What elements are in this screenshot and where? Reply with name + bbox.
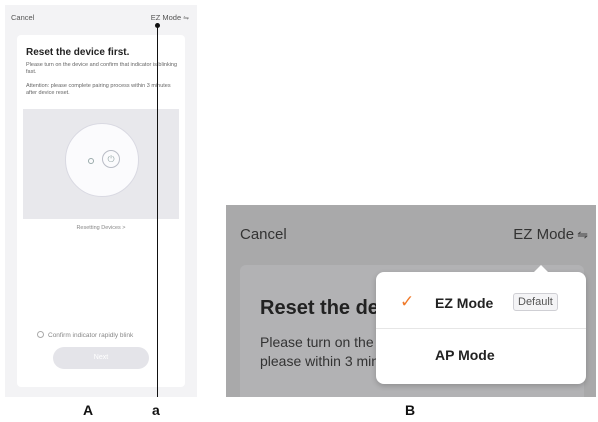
confirm-label: Confirm indicator rapidly blink — [48, 332, 134, 339]
screen-b: Cancel EZ Mode ⇋ Reset the de Please turn… — [226, 205, 596, 397]
swap-icon: ⇋ — [183, 15, 189, 22]
confirm-checkbox[interactable]: Confirm indicator rapidly blink — [37, 331, 133, 339]
mode-label: EZ Mode — [150, 13, 182, 22]
indicator-led-icon — [88, 158, 94, 164]
page-title: Reset the device first. — [26, 47, 130, 58]
attention-text: Attention: please complete pairing proce… — [26, 83, 171, 96]
option-label: AP Mode — [435, 347, 495, 363]
figure-label-b: B — [405, 402, 416, 418]
figure-label-a-upper: A — [83, 402, 94, 418]
swap-icon: ⇋ — [577, 227, 588, 242]
radio-icon — [37, 331, 44, 338]
mode-label: EZ Mode — [513, 226, 575, 243]
instruction-text: Please turn on the device and confirm th… — [26, 62, 178, 75]
mode-switch-button[interactable]: EZ Mode ⇋ — [151, 13, 189, 22]
option-ez-mode[interactable]: ✓ EZ Mode Default — [376, 278, 586, 329]
device-image: ⏻ — [65, 123, 139, 197]
checkmark-icon: ✓ — [400, 292, 415, 311]
cancel-button[interactable]: Cancel — [240, 226, 287, 243]
figure-label-a-lower: a — [152, 402, 160, 418]
next-button[interactable]: Next — [53, 347, 149, 369]
cancel-button[interactable]: Cancel — [11, 13, 34, 22]
dropdown-arrow — [534, 265, 548, 272]
device-illustration: ⏻ — [23, 109, 179, 219]
annotation-pointer-line — [157, 25, 158, 397]
default-badge: Default — [513, 293, 558, 311]
resetting-devices-link[interactable]: Resetting Devices > — [17, 225, 185, 231]
top-bar: Cancel EZ Mode ⇋ — [5, 5, 197, 31]
option-label: EZ Mode — [435, 295, 494, 311]
power-icon: ⏻ — [102, 150, 120, 168]
mode-dropdown: ✓ EZ Mode Default AP Mode — [376, 265, 586, 384]
reset-card: Reset the device first. Please turn on t… — [17, 35, 185, 387]
mode-switch-button[interactable]: EZ Mode ⇋ — [513, 226, 588, 243]
option-ap-mode[interactable]: AP Mode — [376, 330, 586, 380]
page-title: Reset the de — [260, 297, 379, 319]
screen-a: Cancel EZ Mode ⇋ Reset the device first. … — [5, 5, 197, 397]
